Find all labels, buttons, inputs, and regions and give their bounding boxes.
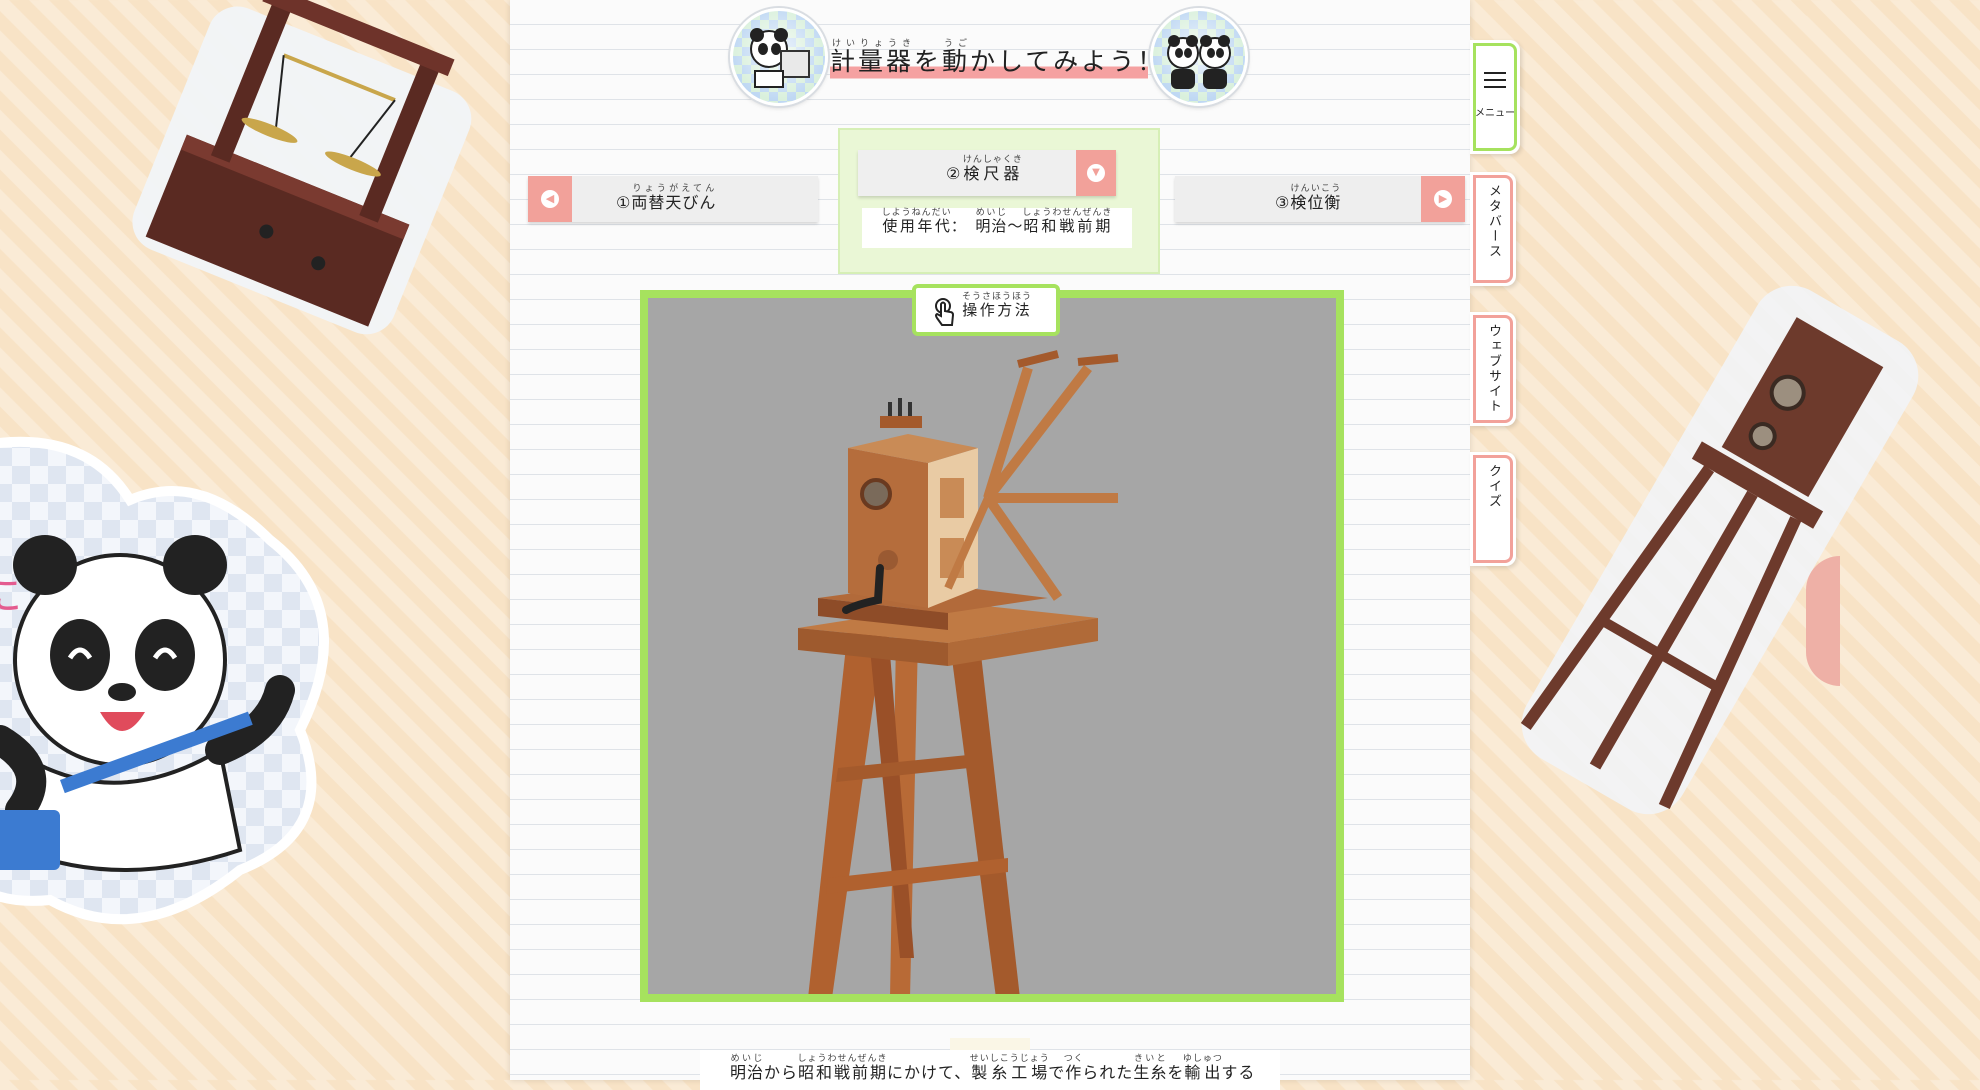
notebook-page: 計量器けいりょうきを動うごかしてみよう！ ◀ ①両替天びんりょうがえてん ②検尺… bbox=[510, 0, 1840, 1090]
measuring-machine-model bbox=[798, 350, 1119, 998]
prev-item-card[interactable]: ◀ ①両替天びんりょうがえてん bbox=[528, 176, 818, 222]
hand-pointer-icon bbox=[935, 298, 955, 326]
quiz-label: クイズ bbox=[1486, 464, 1501, 509]
current-item-panel: ②検尺器けんしゃくき ▼ 使用年代しようねんだい： 明治めいじ～昭和戦前期しょう… bbox=[838, 128, 1160, 274]
how-to-operate-button[interactable]: 操作方法そうさほうほう bbox=[912, 284, 1060, 336]
quiz-button[interactable]: クイズ bbox=[1470, 452, 1516, 566]
header-title-ruby: 動うご bbox=[942, 39, 971, 76]
header: 計量器けいりょうきを動うごかしてみよう！ bbox=[730, 8, 1250, 106]
chevron-down-icon: ▼ bbox=[1087, 164, 1105, 182]
panda-mascot-sticker: に ! bbox=[0, 430, 360, 950]
era-ruby: 明治めいじ bbox=[975, 208, 1008, 235]
metaverse-button[interactable]: メタバース bbox=[1470, 172, 1516, 286]
model-viewer[interactable] bbox=[640, 290, 1344, 1002]
chevron-right-icon: ▶ bbox=[1434, 190, 1452, 208]
era-label: 使用年代しようねんだい： 明治めいじ～昭和戦前期しょうわせんぜんき bbox=[862, 208, 1132, 248]
header-title-ruby: 計量器けいりょうき bbox=[830, 39, 915, 76]
menu-label: メニュー bbox=[1475, 108, 1515, 119]
item-selector[interactable]: ②検尺器けんしゃくき ▼ bbox=[858, 150, 1116, 196]
prev-button[interactable]: ◀ bbox=[528, 176, 572, 222]
measuring-stand-sticker bbox=[1520, 270, 1920, 830]
website-label: ウェブサイト bbox=[1486, 324, 1501, 414]
current-item-label: ②検尺器けんしゃくき bbox=[946, 155, 1023, 183]
era-ruby: 昭和戦前期しょうわせんぜんき bbox=[1022, 208, 1113, 235]
bottom_text-ruby: 昭和戦前期しょうわせんぜんき bbox=[797, 1054, 888, 1082]
bottom_text-ruby: 製糸工場せいしこうじょう bbox=[969, 1054, 1050, 1082]
menu-button-frame bbox=[1473, 43, 1517, 151]
website-button[interactable]: ウェブサイト bbox=[1470, 312, 1516, 426]
hamburger-icon bbox=[1484, 72, 1506, 93]
menu-button[interactable]: メニュー bbox=[1470, 40, 1520, 154]
item-dropdown-button[interactable]: ▼ bbox=[1076, 150, 1116, 196]
panda-pair-badge bbox=[1150, 8, 1248, 106]
bottom_text-ruby: 輸出ゆしゅつ bbox=[1182, 1054, 1223, 1082]
how-to-operate-label: 操作方法そうさほうほう bbox=[962, 292, 1033, 319]
era-ruby: 使用年代しようねんだい bbox=[881, 208, 952, 235]
page-title: 計量器けいりょうきを動うごかしてみよう！ bbox=[830, 38, 1162, 84]
next-item-label: ③検位衡けんいこう bbox=[1275, 184, 1342, 212]
bottom_text-ruby: 作つく bbox=[1063, 1054, 1084, 1082]
side-decoration bbox=[1806, 556, 1840, 686]
metaverse-label: メタバース bbox=[1486, 184, 1501, 259]
panda-scale-badge bbox=[730, 8, 828, 106]
description-text: 明治めいじから昭和戦前期しょうわせんぜんきにかけて、製糸工場せいしこうじょうで作… bbox=[730, 1054, 1256, 1082]
next-button[interactable]: ▶ bbox=[1421, 176, 1465, 222]
chevron-left-icon: ◀ bbox=[541, 190, 559, 208]
balance-scale-sticker bbox=[90, 0, 510, 350]
bottom_text-ruby: 明治めいじ bbox=[730, 1054, 765, 1082]
next-item-card[interactable]: ③検位衡けんいこう ▶ bbox=[1175, 176, 1465, 222]
bottom_text-ruby: 生糸きいと bbox=[1133, 1054, 1168, 1082]
prev-item-label: ①両替天びんりょうがえてん bbox=[616, 184, 717, 212]
description-box: 明治めいじから昭和戦前期しょうわせんぜんきにかけて、製糸工場せいしこうじょうで作… bbox=[700, 1050, 1280, 1090]
